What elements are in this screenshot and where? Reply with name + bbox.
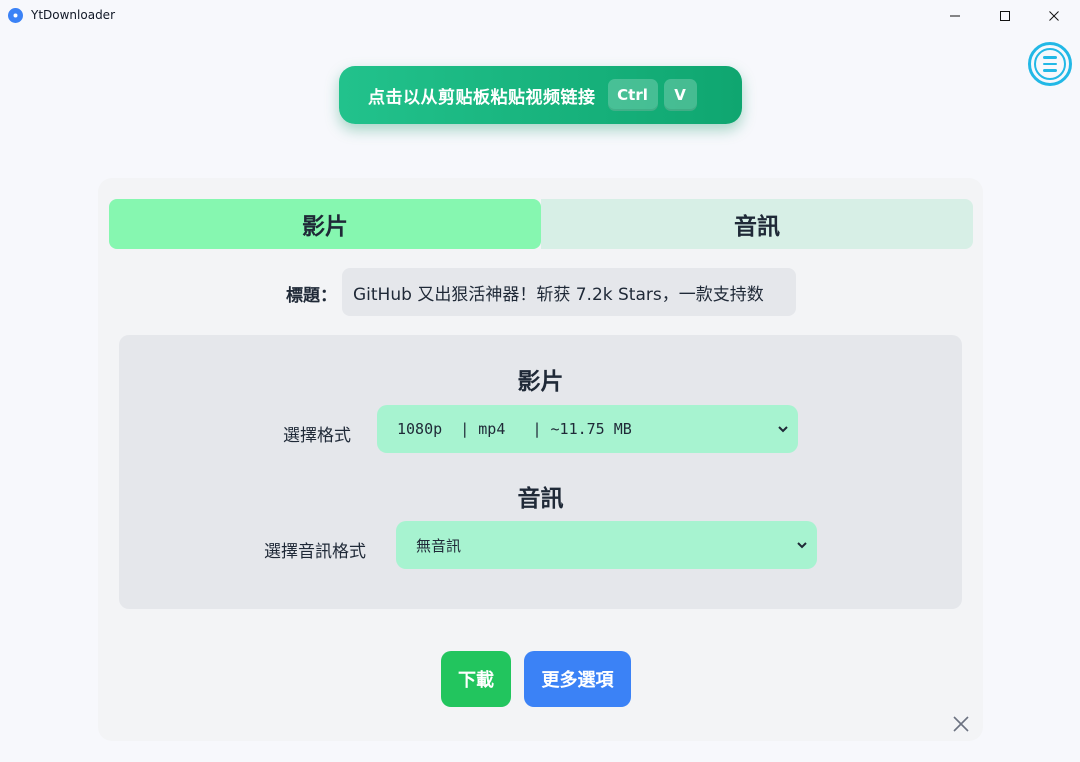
- app-logo-icon: [8, 8, 23, 23]
- minimize-button[interactable]: [932, 0, 978, 32]
- maximize-button[interactable]: [982, 0, 1028, 32]
- title-field[interactable]: GitHub 又出狠活神器！斩获 7.2k Stars，一款支持数: [342, 268, 796, 316]
- audio-format-value: 無音訊: [416, 536, 462, 555]
- maximize-icon: [1000, 11, 1010, 21]
- menu-bar: [1043, 56, 1057, 59]
- download-card: 影片 音訊 標題： GitHub 又出狠活神器！斩获 7.2k Stars，一款…: [98, 178, 983, 741]
- audio-format-select[interactable]: 無音訊: [396, 521, 817, 569]
- close-window-icon: [1049, 11, 1059, 21]
- tab-audio[interactable]: 音訊: [541, 199, 973, 249]
- audio-section-heading: 音訊: [517, 486, 564, 512]
- media-tabs: 影片 音訊: [109, 199, 973, 249]
- shortcut-key-ctrl: Ctrl: [607, 79, 658, 111]
- chevron-down-icon: [797, 542, 807, 549]
- download-button[interactable]: 下載: [441, 651, 511, 707]
- tab-video[interactable]: 影片: [109, 199, 541, 249]
- window-titlebar: YtDownloader: [0, 0, 1080, 32]
- close-icon[interactable]: [952, 715, 970, 733]
- title-label: 標題：: [286, 286, 337, 306]
- audio-format-label: 選擇音訊格式: [264, 542, 366, 562]
- hamburger-menu-icon[interactable]: [1028, 42, 1072, 86]
- video-format-select[interactable]: 1080p | mp4 | ~11.75 MB: [377, 405, 798, 453]
- more-options-button[interactable]: 更多選項: [524, 651, 631, 707]
- minimize-icon: [950, 15, 960, 17]
- video-format-label: 選擇格式: [283, 426, 351, 446]
- paste-link-button[interactable]: 点击以从剪贴板粘贴视频链接 Ctrl V: [339, 66, 742, 124]
- video-format-value: 1080p | mp4 | ~11.75 MB: [397, 420, 632, 438]
- menu-bar: [1043, 69, 1057, 72]
- video-section-heading: 影片: [517, 369, 564, 395]
- paste-link-label: 点击以从剪贴板粘贴视频链接: [368, 87, 596, 108]
- close-window-button[interactable]: [1031, 0, 1077, 32]
- title-row: 標題： GitHub 又出狠活神器！斩获 7.2k Stars，一款支持数: [98, 268, 983, 316]
- menu-icon-inner: [1034, 48, 1066, 80]
- format-panel: 影片 選擇格式 1080p | mp4 | ~11.75 MB 音訊 選擇音訊格…: [119, 335, 962, 609]
- window-title: YtDownloader: [31, 8, 115, 22]
- menu-bar: [1043, 62, 1057, 66]
- chevron-down-icon: [778, 426, 788, 433]
- shortcut-key-v: V: [663, 79, 697, 111]
